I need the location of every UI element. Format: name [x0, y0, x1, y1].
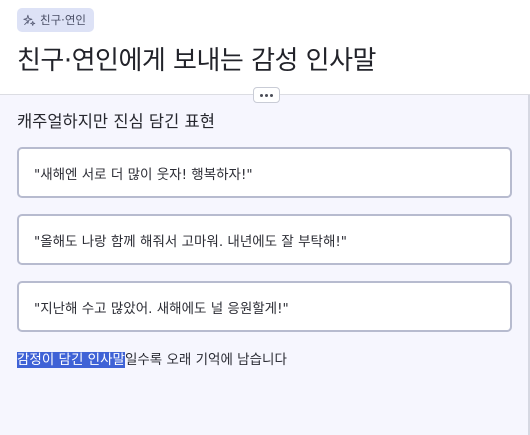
- footer-note: 감정이 담긴 인사말일수록 오래 기억에 남습니다: [17, 350, 287, 370]
- footer-text: 일수록 오래 기억에 남습니다: [124, 352, 287, 368]
- highlighted-text[interactable]: 감정이 담긴 인사말: [17, 352, 125, 368]
- header: 친구·연인 친구·연인에게 보내는 감성 인사말: [0, 0, 530, 95]
- page-title: 친구·연인에게 보내는 감성 인사말: [17, 46, 376, 76]
- greeting-card[interactable]: "새해엔 서로 더 많이 웃자! 행복하자!": [17, 147, 512, 198]
- greeting-text: "올해도 나랑 함께 해줘서 고마워. 내년에도 잘 부탁해!": [34, 233, 347, 250]
- category-tag-label: 친구·연인: [40, 13, 86, 27]
- category-tag[interactable]: 친구·연인: [17, 8, 94, 32]
- more-dot: [270, 93, 273, 97]
- greeting-text: "지난해 수고 많았어. 새해에도 널 응원할게!": [34, 300, 289, 317]
- more-options-button[interactable]: [253, 87, 280, 103]
- greeting-card[interactable]: "올해도 나랑 함께 해줘서 고마워. 내년에도 잘 부탁해!": [17, 214, 512, 265]
- greeting-text: "새해엔 서로 더 많이 웃자! 행복하자!": [34, 166, 253, 183]
- more-dot: [265, 93, 268, 97]
- sparkles-icon: [23, 14, 36, 26]
- content-area: [0, 95, 528, 435]
- section-subtitle: 캐주얼하지만 진심 담긴 표현: [17, 112, 215, 131]
- greeting-card[interactable]: "지난해 수고 많았어. 새해에도 널 응원할게!": [17, 281, 512, 332]
- page: 친구·연인 친구·연인에게 보내는 감성 인사말 캐주얼하지만 진심 담긴 표현…: [0, 0, 530, 435]
- more-horizontal-icon: [260, 93, 263, 97]
